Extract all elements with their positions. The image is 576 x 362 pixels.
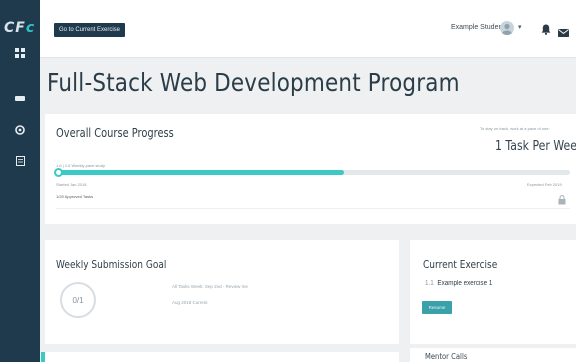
page-title: Full-Stack Web Development Program: [47, 68, 460, 97]
bell-icon[interactable]: [541, 22, 551, 40]
weekly-goal-ring: 0/1: [60, 282, 96, 318]
go-to-current-exercise-button[interactable]: Go to Current Exercise: [54, 23, 126, 37]
weekly-goal-value: 0/1: [72, 295, 84, 305]
approved-tasks-label: 1/29 Approved Tasks: [56, 194, 94, 199]
exercise-name: Example exercise 1: [437, 280, 493, 287]
course-progress-title: Overall Course Progress: [56, 126, 174, 140]
next-card: [45, 352, 399, 362]
current-exercise-link[interactable]: 1.1 Example exercise 1: [425, 280, 492, 287]
pace-value: 1 Task Per Week: [495, 139, 576, 154]
sidebar: CFc: [0, 0, 40, 362]
logo[interactable]: CFc: [4, 20, 35, 36]
progress-track: [56, 170, 570, 175]
current-position-label: 1.6 | 2.6 Weekly pace study: [56, 163, 105, 168]
start-date-label: Started Jan 2018: [56, 182, 87, 187]
weekly-goal-period: Aug 2018 Current: [172, 300, 208, 305]
dashboard-grid-icon[interactable]: [13, 46, 27, 60]
weekly-goal-title: Weekly Submission Goal: [56, 258, 167, 271]
avatar[interactable]: [500, 21, 514, 35]
pace-label: To stay on track, work at a pace of one:: [480, 126, 550, 131]
support-icon[interactable]: [13, 123, 27, 137]
current-exercise-title: Current Exercise: [423, 258, 498, 271]
document-icon[interactable]: [13, 154, 27, 168]
end-date-label: Expected Feb 2019: [527, 182, 562, 187]
resume-button[interactable]: Resume: [422, 301, 452, 314]
exercise-index: 1.1: [425, 280, 434, 287]
mail-icon[interactable]: [558, 24, 569, 42]
progress-marker: [54, 168, 63, 177]
user-name[interactable]: Example Student: [451, 24, 504, 31]
chevron-down-icon[interactable]: ▾: [518, 23, 522, 31]
progress-divider: [56, 208, 570, 209]
chat-icon[interactable]: [13, 92, 27, 106]
weekly-goal-note: All Tasks Week: Sep 2nd - Review me: [172, 284, 248, 289]
mentor-calls-title: Mentor Calls: [425, 352, 468, 361]
card-accent: [41, 352, 45, 362]
progress-fill: [56, 170, 344, 175]
weekly-goal-card: [45, 240, 399, 344]
current-exercise-card: [410, 240, 576, 344]
